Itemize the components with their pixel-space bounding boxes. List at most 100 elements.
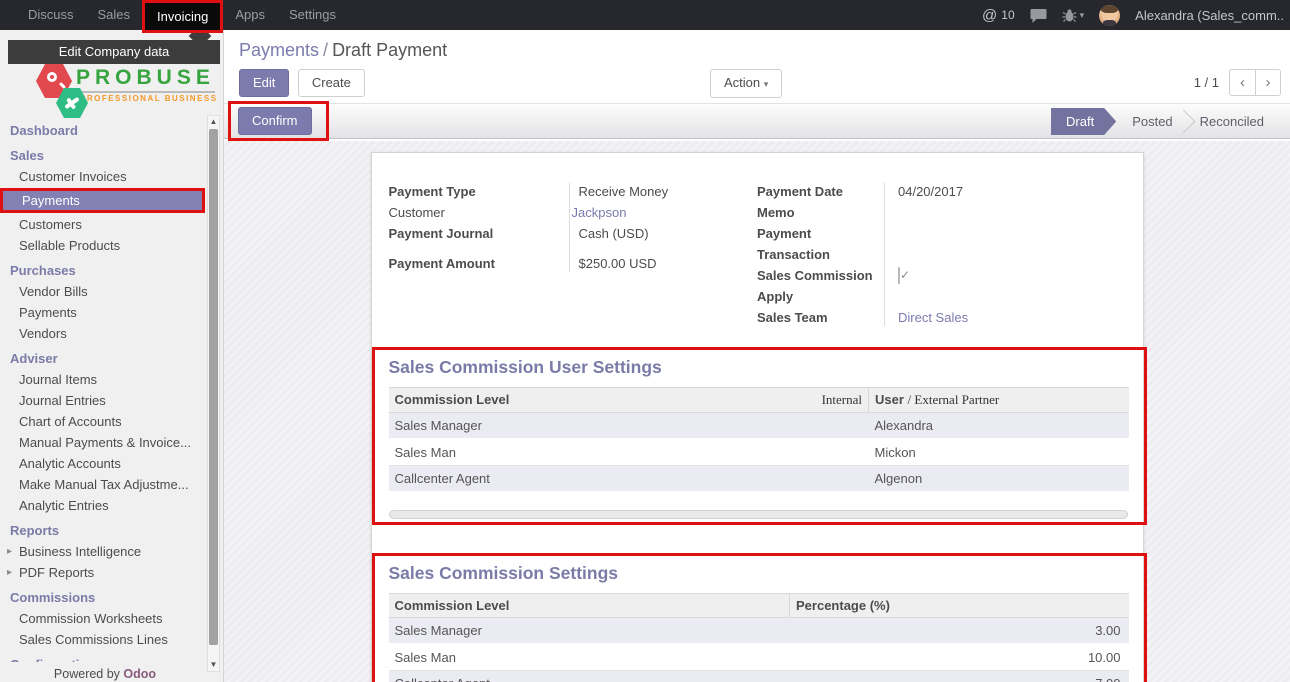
menu-sales[interactable]: Sales (86, 0, 143, 30)
app-menus: Discuss Sales Invoicing Apps Settings (0, 0, 348, 33)
sidebar-item-sellable-products[interactable]: Sellable Products (0, 235, 205, 256)
powered-by-text: Powered by (54, 667, 120, 681)
sidebar-item-payments[interactable]: Payments (3, 191, 202, 210)
payment-form: Payment Type Receive Money Customer Jack… (389, 181, 1127, 328)
caret-down-icon: ▾ (1080, 10, 1085, 21)
messages-button[interactable] (1030, 8, 1047, 23)
sidebar-section-dashboard[interactable]: Dashboard (0, 120, 205, 141)
table-row[interactable]: Sales Man10.00 (389, 644, 1129, 671)
user-name[interactable]: Alexandra (Sales_comm.. (1135, 8, 1284, 23)
breadcrumb: Payments/Draft Payment (224, 30, 1290, 61)
user-settings-annotation: Sales Commission User Settings Commissio… (372, 347, 1147, 525)
sales-team-label: Sales Team (757, 307, 884, 328)
table-row[interactable]: Sales ManagerAlexandra (389, 413, 1129, 440)
main-area: Payments/Draft Payment Edit Create Actio… (224, 30, 1290, 682)
sidebar-item-business-intelligence[interactable]: ▸ Business Intelligence (0, 541, 205, 562)
table-row[interactable]: Sales ManMickon (389, 439, 1129, 466)
odoo-brand-link[interactable]: Odoo (123, 667, 156, 681)
pager-next-button[interactable]: › (1255, 69, 1281, 96)
user-menu[interactable] (1099, 5, 1120, 26)
powered-by-odoo: Powered by Odoo (0, 667, 210, 681)
sidebar-item-pdf-reports[interactable]: ▸ PDF Reports (0, 562, 205, 583)
payment-date-value: 04/20/2017 (884, 181, 963, 202)
user-avatar (1099, 5, 1120, 26)
user-partner-header[interactable]: User / External Partner (869, 388, 1129, 413)
expand-icon[interactable]: ▸ (7, 541, 12, 562)
company-logo[interactable]: PROBUSE PROFESSIONAL BUSINESS (0, 66, 224, 120)
sidebar-item-vendor-bills[interactable]: Vendor Bills (0, 281, 205, 302)
breadcrumb-separator: / (319, 40, 332, 60)
sidebar-item-purchase-payments[interactable]: Payments (0, 302, 205, 323)
chat-bubble-icon (1030, 8, 1047, 23)
sidebar-item-journal-items[interactable]: Journal Items (0, 369, 205, 390)
payment-date-label: Payment Date (757, 181, 884, 202)
sidebar-section-reports[interactable]: Reports (0, 520, 205, 541)
menu-apps[interactable]: Apps (223, 0, 277, 30)
percentage-header[interactable]: Percentage (%) (790, 594, 1129, 618)
stage-reconciled[interactable]: Reconciled (1184, 108, 1290, 135)
sidebar-item-manual-tax[interactable]: Make Manual Tax Adjustme... (0, 474, 205, 495)
debug-menu-button[interactable]: ▾ (1062, 8, 1085, 22)
sidebar-item-chart-of-accounts[interactable]: Chart of Accounts (0, 411, 205, 432)
menu-invoicing-annotation: Invoicing (142, 0, 223, 33)
menu-discuss[interactable]: Discuss (16, 0, 86, 30)
logo-subtitle: PROFESSIONAL BUSINESS (80, 94, 218, 103)
commission-level-header[interactable]: Commission LevelInternal (389, 388, 869, 413)
sidebar-scrollbar[interactable]: ▲ ▼ (207, 115, 220, 672)
sidebar-section-adviser[interactable]: Adviser (0, 348, 205, 369)
memo-label: Memo (757, 202, 884, 223)
commission-settings-annotation: Sales Commission Settings Commission Lev… (372, 553, 1147, 682)
edit-button[interactable]: Edit (239, 69, 289, 97)
payment-type-label: Payment Type (389, 181, 569, 202)
sidebar-section-purchases[interactable]: Purchases (0, 260, 205, 281)
breadcrumb-payments[interactable]: Payments (239, 40, 319, 60)
sidebar-section-configuration[interactable]: Configuration (0, 654, 205, 662)
table-row[interactable]: Sales Manager3.00 (389, 618, 1129, 645)
check-icon: ✓ (900, 265, 910, 286)
sidebar-section-sales[interactable]: Sales (0, 145, 205, 166)
table-header-row: Commission LevelInternal User / External… (389, 388, 1129, 413)
commission-settings-title: Sales Commission Settings (389, 563, 1128, 584)
left-sidebar: Edit Company data PROBUSE PROFESSIONAL B… (0, 30, 224, 682)
scrollbar-thumb[interactable] (209, 129, 218, 645)
sales-commission-apply-checkbox[interactable]: ✓ (898, 267, 900, 284)
stage-draft[interactable]: Draft (1051, 108, 1116, 135)
sidebar-item-journal-entries[interactable]: Journal Entries (0, 390, 205, 411)
confirm-button[interactable]: Confirm (238, 107, 312, 135)
commission-settings-table: Commission Level Percentage (%) Sales Ma… (389, 593, 1129, 682)
scroll-up-icon[interactable]: ▲ (208, 116, 219, 128)
pager-previous-button[interactable]: ‹ (1229, 69, 1255, 96)
sidebar-item-vendors[interactable]: Vendors (0, 323, 205, 344)
table-row[interactable]: Callcenter AgentAlgenon (389, 466, 1129, 493)
sidebar-item-analytic-entries[interactable]: Analytic Entries (0, 495, 205, 516)
customer-link[interactable]: Jackpson (569, 202, 627, 223)
menu-settings[interactable]: Settings (277, 0, 348, 30)
sidebar-item-manual-payments[interactable]: Manual Payments & Invoice... (0, 432, 205, 453)
payment-amount-value: $250.00 USD (569, 253, 657, 274)
payment-amount-label: Payment Amount (389, 253, 569, 274)
edit-company-tooltip[interactable]: Edit Company data (8, 40, 220, 64)
sidebar-item-label: PDF Reports (19, 565, 94, 580)
horizontal-scrollbar[interactable] (389, 510, 1128, 519)
sidebar-section-commissions[interactable]: Commissions (0, 587, 205, 608)
customer-label: Customer (389, 202, 569, 223)
commission-level-header[interactable]: Commission Level (389, 594, 790, 618)
sidebar-item-commission-worksheets[interactable]: Commission Worksheets (0, 608, 205, 629)
sidebar-item-customers[interactable]: Customers (0, 214, 205, 235)
internal-header-text: Internal (822, 392, 862, 408)
sidebar-menu: Dashboard Sales Customer Invoices Paymen… (0, 120, 205, 662)
sidebar-item-sales-commissions-lines[interactable]: Sales Commissions Lines (0, 629, 205, 650)
mentions-counter[interactable]: @ 10 (982, 7, 1015, 24)
payment-journal-label: Payment Journal (389, 223, 569, 244)
action-dropdown-button[interactable]: Action ▾ (710, 69, 782, 98)
menu-invoicing[interactable]: Invoicing (145, 9, 220, 24)
create-button[interactable]: Create (298, 69, 365, 97)
sidebar-item-customer-invoices[interactable]: Customer Invoices (0, 166, 205, 187)
sales-team-link[interactable]: Direct Sales (884, 307, 968, 328)
sidebar-item-analytic-accounts[interactable]: Analytic Accounts (0, 453, 205, 474)
content-area: Payment Type Receive Money Customer Jack… (224, 141, 1290, 682)
table-row[interactable]: Callcenter Agent7.00 (389, 671, 1129, 682)
expand-icon[interactable]: ▸ (7, 562, 12, 583)
at-icon: @ (982, 7, 997, 24)
mention-count: 10 (1001, 8, 1014, 22)
